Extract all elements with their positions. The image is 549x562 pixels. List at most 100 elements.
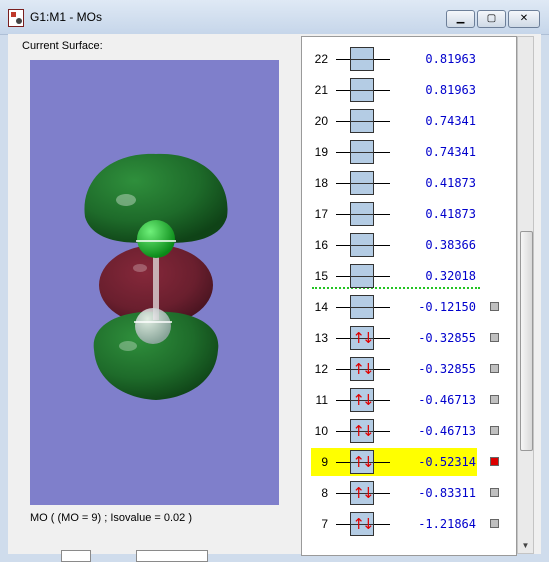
level-line-right	[374, 462, 390, 463]
orbital-index: 8	[321, 486, 328, 500]
virtual-orbital-box[interactable]	[350, 202, 374, 226]
orbital-row[interactable]: 15 0.32018	[302, 261, 516, 292]
virtual-orbital-box[interactable]	[350, 233, 374, 257]
occupied-orbital-box[interactable]: ↑↓	[350, 512, 375, 536]
orbital-row[interactable]: 13 ↑↓ -0.32855	[302, 323, 516, 354]
electron-pair-icon: ↑↓	[352, 515, 374, 533]
virtual-orbital-box[interactable]	[350, 109, 374, 133]
electron-pair-icon: ↑↓	[352, 360, 374, 378]
orbital-row[interactable]: 19 0.74341	[302, 137, 516, 168]
orbital-row[interactable]: 11 ↑↓ -0.46713	[302, 385, 516, 416]
virtual-orbital-box[interactable]	[350, 171, 374, 195]
orbital-energy: 0.74341	[425, 145, 476, 159]
level-line-left	[336, 183, 350, 184]
orbital-row[interactable]: 10 ↑↓ -0.46713	[302, 416, 516, 447]
occupied-orbital-box[interactable]: ↑↓	[350, 450, 375, 474]
level-line-left	[336, 431, 350, 432]
orbital-energy: 0.81963	[425, 83, 476, 97]
lobe-highlight	[116, 194, 136, 206]
occupied-orbital-box[interactable]: ↑↓	[350, 481, 375, 505]
orbital-row[interactable]: 12 ↑↓ -0.32855	[302, 354, 516, 385]
virtual-orbital-box[interactable]	[350, 264, 374, 288]
occupied-orbital-box[interactable]: ↑↓	[350, 357, 375, 381]
orbital-energy: -1.21864	[418, 517, 476, 531]
bottom-spin-field[interactable]	[61, 550, 91, 562]
orbital-index: 20	[314, 114, 328, 128]
orbital-energy: -0.83311	[418, 486, 476, 500]
electron-pair-icon: ↑↓	[352, 453, 374, 471]
electron-pair-icon: ↑↓	[352, 391, 374, 409]
virtual-orbital-box[interactable]	[350, 78, 374, 102]
orbital-row[interactable]: 16 0.38366	[302, 230, 516, 261]
orbital-index: 18	[314, 176, 328, 190]
close-button[interactable]: ✕	[508, 10, 540, 28]
orbital-level-line	[351, 245, 373, 246]
orbital-index: 16	[314, 238, 328, 252]
orbital-list-scrollbar[interactable]: ▼	[517, 36, 534, 554]
orbital-select-checkbox[interactable]	[490, 302, 499, 311]
level-line-right	[374, 493, 390, 494]
scroll-down-arrow-icon[interactable]: ▼	[518, 538, 533, 553]
orbital-energy: 0.41873	[425, 176, 476, 190]
orbital-row[interactable]: 7 ↑↓ -1.21864	[302, 509, 516, 540]
orbital-level-line	[351, 183, 373, 184]
mo-editor-panel: Current Surface: MO ((MO = 9) ; Isovalu…	[8, 34, 541, 562]
orbital-index: 22	[314, 52, 328, 66]
electron-pair-icon: ↑↓	[352, 422, 374, 440]
level-line-left	[336, 59, 350, 60]
orbital-row[interactable]: 22 0.81963	[302, 44, 516, 75]
level-line-left	[336, 493, 350, 494]
orbital-row[interactable]: 18 0.41873	[302, 168, 516, 199]
level-line-left	[336, 152, 350, 153]
virtual-orbital-box[interactable]	[350, 47, 374, 71]
surface-viewport[interactable]	[30, 60, 279, 505]
orbital-select-checkbox[interactable]	[490, 395, 499, 404]
orbital-select-checkbox[interactable]	[490, 457, 499, 466]
virtual-orbital-box[interactable]	[350, 295, 374, 319]
level-line-left	[336, 90, 350, 91]
orbital-row[interactable]: 8 ↑↓ -0.83311	[302, 478, 516, 509]
orbital-energy: -0.46713	[418, 393, 476, 407]
orbital-energy: 0.41873	[425, 207, 476, 221]
orbital-select-checkbox[interactable]	[490, 488, 499, 497]
orbital-surface-render	[84, 153, 228, 400]
orbital-list[interactable]: 22 0.81963 21 0.81963 20 0.74341 19 0.74341 18 0.…	[301, 36, 517, 556]
orbital-row[interactable]: 14 -0.12150	[302, 292, 516, 323]
level-line-right	[374, 276, 390, 277]
minimize-button[interactable]: ▁	[446, 10, 475, 28]
virtual-orbital-box[interactable]	[350, 140, 374, 164]
level-line-left	[336, 214, 350, 215]
orbital-energy: -0.46713	[418, 424, 476, 438]
orbital-row[interactable]: 20 0.74341	[302, 106, 516, 137]
orbital-index: 21	[314, 83, 328, 97]
orbital-select-checkbox[interactable]	[490, 426, 499, 435]
orbital-index: 19	[314, 145, 328, 159]
orbital-energy: 0.32018	[425, 269, 476, 283]
orbital-select-checkbox[interactable]	[490, 364, 499, 373]
orbital-level-line	[351, 276, 373, 277]
orbital-row[interactable]: 21 0.81963	[302, 75, 516, 106]
occupied-orbital-box[interactable]: ↑↓	[350, 419, 375, 443]
occupied-orbital-box[interactable]: ↑↓	[350, 326, 375, 350]
orbital-row[interactable]: 9 ↑↓ -0.52314	[302, 447, 516, 478]
level-line-right	[374, 307, 390, 308]
orbital-row[interactable]: 17 0.41873	[302, 199, 516, 230]
orbital-level-line	[351, 121, 373, 122]
orbital-select-checkbox[interactable]	[490, 519, 499, 528]
orbital-index: 11	[315, 393, 328, 407]
level-line-right	[374, 59, 390, 60]
level-line-left	[336, 276, 350, 277]
level-line-right	[374, 152, 390, 153]
orbital-level-line	[351, 307, 373, 308]
orbital-select-checkbox[interactable]	[490, 333, 499, 342]
orbital-index: 17	[314, 207, 328, 221]
scrollbar-thumb[interactable]	[520, 231, 533, 451]
bottom-dropdown[interactable]	[136, 550, 208, 562]
level-line-left	[336, 121, 350, 122]
orbital-energy: -0.32855	[418, 362, 476, 376]
window-title: G1:M1 - MOs	[30, 10, 103, 24]
occupied-orbital-box[interactable]: ↑↓	[350, 388, 375, 412]
level-line-right	[374, 338, 390, 339]
atom-hydrogen	[135, 308, 171, 344]
maximize-button[interactable]: ▢	[477, 10, 506, 28]
